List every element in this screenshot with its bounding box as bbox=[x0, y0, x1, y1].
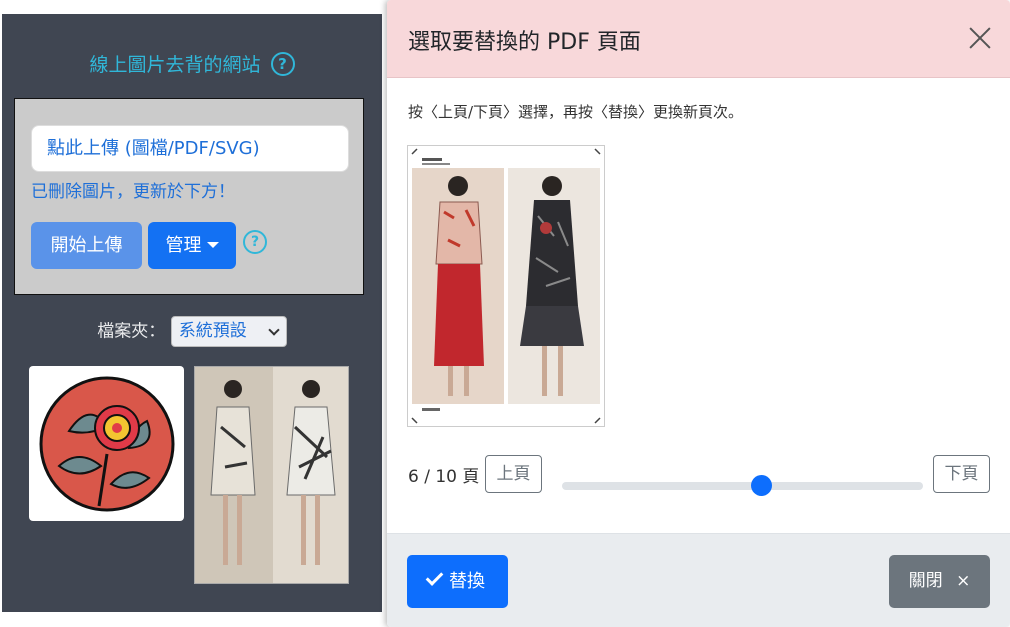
pdf-page-preview bbox=[407, 145, 605, 427]
folder-row: 檔案夾： 系統預設 bbox=[2, 316, 382, 347]
page-slider-handle[interactable] bbox=[750, 475, 772, 496]
upload-help-icon[interactable]: ? bbox=[243, 230, 267, 254]
previous-page-label: 上頁 bbox=[496, 464, 531, 484]
instruction-text: 按〈上頁/下頁〉選擇，再按〈替換〉更換新頁次。 bbox=[408, 103, 744, 121]
replace-label: 替換 bbox=[449, 571, 485, 592]
page-counter: 6 / 10 頁 bbox=[408, 467, 480, 487]
replace-pdf-page-dialog: 選取要替換的 PDF 頁面 按〈上頁/下頁〉選擇，再按〈替換〉更換新頁次。 6 … bbox=[387, 0, 1010, 627]
start-upload-label: 開始上傳 bbox=[50, 235, 123, 256]
replace-button[interactable]: 替換 bbox=[407, 555, 508, 608]
check-icon bbox=[425, 568, 444, 586]
manage-label: 管理 bbox=[165, 235, 202, 256]
upload-box: 點此上傳 (圖檔/PDF/SVG) 已刪除圖片，更新於下方！ 開始上傳 管理 ? bbox=[14, 98, 364, 295]
close-button[interactable]: 關閉 × bbox=[889, 555, 990, 608]
upload-file-field[interactable]: 點此上傳 (圖檔/PDF/SVG) bbox=[31, 125, 349, 172]
image-thumbnail-fashion[interactable] bbox=[194, 366, 349, 584]
folder-select[interactable]: 系統預設 bbox=[170, 316, 287, 347]
modal-header: 選取要替換的 PDF 頁面 bbox=[387, 0, 1010, 78]
modal-footer: 替換 關閉 × bbox=[387, 533, 1010, 627]
flower-illustration bbox=[39, 376, 175, 512]
status-message: 已刪除圖片，更新於下方！ bbox=[31, 182, 235, 202]
manage-dropdown-button[interactable]: 管理 bbox=[148, 222, 236, 269]
close-label: 關閉 bbox=[908, 571, 943, 591]
previous-page-button[interactable]: 上頁 bbox=[485, 455, 542, 493]
close-x-icon: × bbox=[956, 571, 971, 591]
fashion-photo bbox=[195, 367, 348, 583]
next-page-button[interactable]: 下頁 bbox=[933, 455, 990, 493]
site-title-text[interactable]: 線上圖片去背的網站 bbox=[89, 54, 260, 76]
folder-selected-value: 系統預設 bbox=[178, 321, 247, 341]
image-thumbnail-flower[interactable] bbox=[29, 366, 184, 521]
start-upload-button[interactable]: 開始上傳 bbox=[31, 222, 142, 269]
close-icon[interactable] bbox=[964, 22, 996, 54]
chevron-down-icon bbox=[268, 324, 280, 336]
next-page-label: 下頁 bbox=[944, 464, 979, 484]
modal-title: 選取要替換的 PDF 頁面 bbox=[408, 30, 641, 55]
pdf-page-image bbox=[408, 146, 604, 426]
help-icon[interactable]: ? bbox=[270, 52, 295, 76]
upload-panel: 線上圖片去背的網站 ? 點此上傳 (圖檔/PDF/SVG) 已刪除圖片，更新於下… bbox=[2, 14, 382, 612]
page-slider-track[interactable] bbox=[562, 482, 923, 490]
folder-label: 檔案夾： bbox=[97, 321, 166, 342]
site-title: 線上圖片去背的網站 ? bbox=[2, 50, 382, 77]
caret-down-icon bbox=[206, 242, 219, 248]
